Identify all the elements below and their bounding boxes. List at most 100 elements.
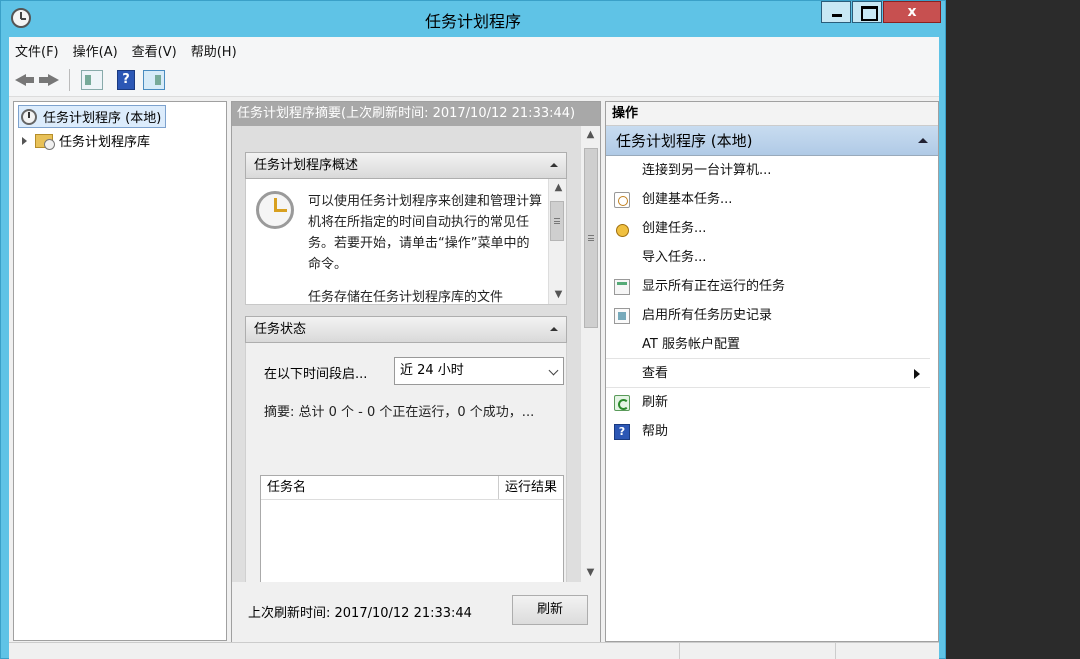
maximize-button[interactable]	[852, 1, 882, 23]
overview-section: 任务计划程序概述 可以使用任务计划程序来创建和管理计算机将在所指定的时间自动执行…	[245, 152, 567, 305]
status-summary: 摘要: 总计 0 个 - 0 个正在运行，0 个成功，...	[264, 405, 535, 420]
submenu-arrow-icon	[914, 369, 920, 379]
show-hide-tree-icon[interactable]	[81, 70, 103, 90]
status-bar	[9, 642, 939, 659]
collapse-icon[interactable]	[918, 138, 928, 143]
status-cell	[679, 643, 680, 659]
action-label: AT 服务帐户配置	[642, 337, 740, 352]
action-enable-history[interactable]: 启用所有任务历史记录	[606, 301, 938, 330]
running-tasks-icon	[614, 279, 630, 295]
action-label: 帮助	[642, 424, 669, 439]
folder-clock-icon	[35, 133, 55, 150]
action-connect[interactable]: 连接到另一台计算机...	[606, 156, 938, 185]
actions-title: 操作	[606, 102, 938, 126]
scroll-thumb[interactable]	[584, 148, 598, 328]
action-label: 查看	[642, 366, 669, 381]
scroll-down-icon[interactable]: ▼	[549, 286, 566, 304]
action-label: 创建基本任务...	[642, 192, 733, 207]
overview-text-continued: 任务存储在任务计划程序库的文件	[308, 290, 504, 305]
summary-pane: 任务计划程序摘要(上次刷新时间: 2017/10/12 21:33:44) 任务…	[231, 101, 601, 642]
actions-group-label: 任务计划程序 (本地)	[616, 132, 753, 150]
console-tree: 任务计划程序 (本地) 任务计划程序库	[13, 101, 227, 641]
action-label: 显示所有正在运行的任务	[642, 279, 786, 294]
status-cell	[835, 643, 836, 659]
minimize-button[interactable]	[821, 1, 851, 23]
action-create-basic-task[interactable]: 创建基本任务...	[606, 185, 938, 214]
action-refresh[interactable]: 刷新	[606, 388, 938, 417]
collapse-icon[interactable]	[550, 327, 558, 331]
app-window: 任务计划程序 x 文件(F) 操作(A) 查看(V) 帮助(H) ? 任务计划程…	[0, 0, 946, 659]
tree-item-library[interactable]: 任务计划程序库	[22, 131, 150, 150]
scroll-up-icon[interactable]: ▲	[581, 126, 600, 144]
back-button[interactable]	[15, 69, 37, 91]
time-range-select[interactable]: 近 24 小时	[394, 357, 564, 385]
menu-file[interactable]: 文件(F)	[9, 41, 67, 60]
actions-group-local[interactable]: 任务计划程序 (本地)	[606, 126, 938, 156]
action-create-task[interactable]: 创建任务...	[606, 214, 938, 243]
scroll-thumb[interactable]	[550, 201, 564, 241]
last-refresh-text: 上次刷新时间: 2017/10/12 21:33:44	[248, 606, 472, 621]
help-icon[interactable]: ?	[117, 70, 135, 90]
forward-arrow-icon	[48, 74, 59, 86]
overview-description: 可以使用任务计划程序来创建和管理计算机将在所指定的时间自动执行的常见任务。若要开…	[308, 191, 543, 305]
tree-item-label: 任务计划程序 (本地)	[43, 111, 162, 126]
forward-button[interactable]	[39, 69, 61, 91]
time-range-value: 近 24 小时	[400, 363, 464, 378]
toolbar: ?	[9, 63, 939, 97]
table-header: 任务名 运行结果	[261, 476, 563, 500]
window-controls: x	[820, 1, 941, 23]
window-title: 任务计划程序	[424, 12, 521, 31]
action-import-task[interactable]: 导入任务...	[606, 243, 938, 272]
time-range-label: 在以下时间段启...	[264, 367, 368, 382]
action-label: 刷新	[642, 395, 669, 410]
tree-item-local[interactable]: 任务计划程序 (本地)	[18, 105, 167, 128]
refresh-button[interactable]: 刷新	[512, 595, 588, 625]
overview-text: 可以使用任务计划程序来创建和管理计算机将在所指定的时间自动执行的常见任务。若要开…	[308, 194, 543, 272]
action-show-running[interactable]: 显示所有正在运行的任务	[606, 272, 938, 301]
close-button[interactable]: x	[883, 1, 941, 23]
client-area: 文件(F) 操作(A) 查看(V) 帮助(H) ? 任务计划程序 (本地) 任务…	[9, 37, 939, 659]
collapse-icon[interactable]	[550, 163, 558, 167]
summary-footer: 上次刷新时间: 2017/10/12 21:33:44 刷新	[232, 582, 600, 642]
title-bar[interactable]: 任务计划程序 x	[1, 1, 945, 37]
summary-body: 任务计划程序概述 可以使用任务计划程序来创建和管理计算机将在所指定的时间自动执行…	[232, 126, 580, 583]
show-hide-action-pane-icon[interactable]	[143, 70, 165, 90]
section-title: 任务状态	[254, 322, 307, 337]
basic-task-icon	[614, 192, 630, 208]
status-header[interactable]: 任务状态	[245, 316, 567, 343]
refresh-icon	[614, 395, 630, 411]
task-status-table: 任务名 运行结果	[260, 475, 564, 582]
main-area: 任务计划程序 (本地) 任务计划程序库 任务计划程序摘要(上次刷新时间: 201…	[9, 99, 939, 642]
expand-arrow-icon[interactable]	[22, 136, 27, 145]
column-task-name[interactable]: 任务名	[261, 476, 499, 499]
history-icon	[614, 308, 630, 324]
scroll-down-icon[interactable]: ▼	[581, 564, 600, 582]
actions-pane: 操作 任务计划程序 (本地) 连接到另一台计算机... 创建基本任务... 创建…	[605, 101, 939, 642]
menu-bar: 文件(F) 操作(A) 查看(V) 帮助(H)	[9, 37, 939, 63]
action-label: 启用所有任务历史记录	[642, 308, 773, 323]
action-help[interactable]: ? 帮助	[606, 417, 938, 446]
overview-scrollbar[interactable]: ▲ ▼	[548, 179, 566, 304]
column-run-result[interactable]: 运行结果	[499, 476, 557, 499]
scroll-up-icon[interactable]: ▲	[549, 179, 566, 197]
toolbar-separator	[69, 69, 70, 91]
menu-action[interactable]: 操作(A)	[67, 41, 126, 60]
status-section: 任务状态 在以下时间段启... 近 24 小时 摘要: 总计 0 个 - 0 个…	[245, 316, 567, 583]
chevron-down-icon	[548, 365, 559, 376]
action-view[interactable]: 查看	[606, 359, 930, 388]
clock-icon	[21, 108, 37, 125]
menu-help[interactable]: 帮助(H)	[185, 41, 245, 60]
action-label: 创建任务...	[642, 221, 707, 236]
action-label: 导入任务...	[642, 250, 707, 265]
status-body: 在以下时间段启... 近 24 小时 摘要: 总计 0 个 - 0 个正在运行，…	[245, 343, 567, 583]
summary-scrollbar[interactable]: ▲ ▼	[580, 126, 600, 582]
overview-body: 可以使用任务计划程序来创建和管理计算机将在所指定的时间自动执行的常见任务。若要开…	[245, 179, 567, 305]
menu-view[interactable]: 查看(V)	[126, 41, 185, 60]
overview-header[interactable]: 任务计划程序概述	[245, 152, 567, 179]
task-scheduler-clock-icon	[256, 191, 294, 229]
tree-item-label: 任务计划程序库	[59, 135, 151, 150]
action-at-config[interactable]: AT 服务帐户配置	[606, 330, 930, 359]
action-label: 连接到另一台计算机...	[642, 163, 772, 178]
help-icon: ?	[614, 424, 630, 440]
section-title: 任务计划程序概述	[254, 158, 359, 173]
